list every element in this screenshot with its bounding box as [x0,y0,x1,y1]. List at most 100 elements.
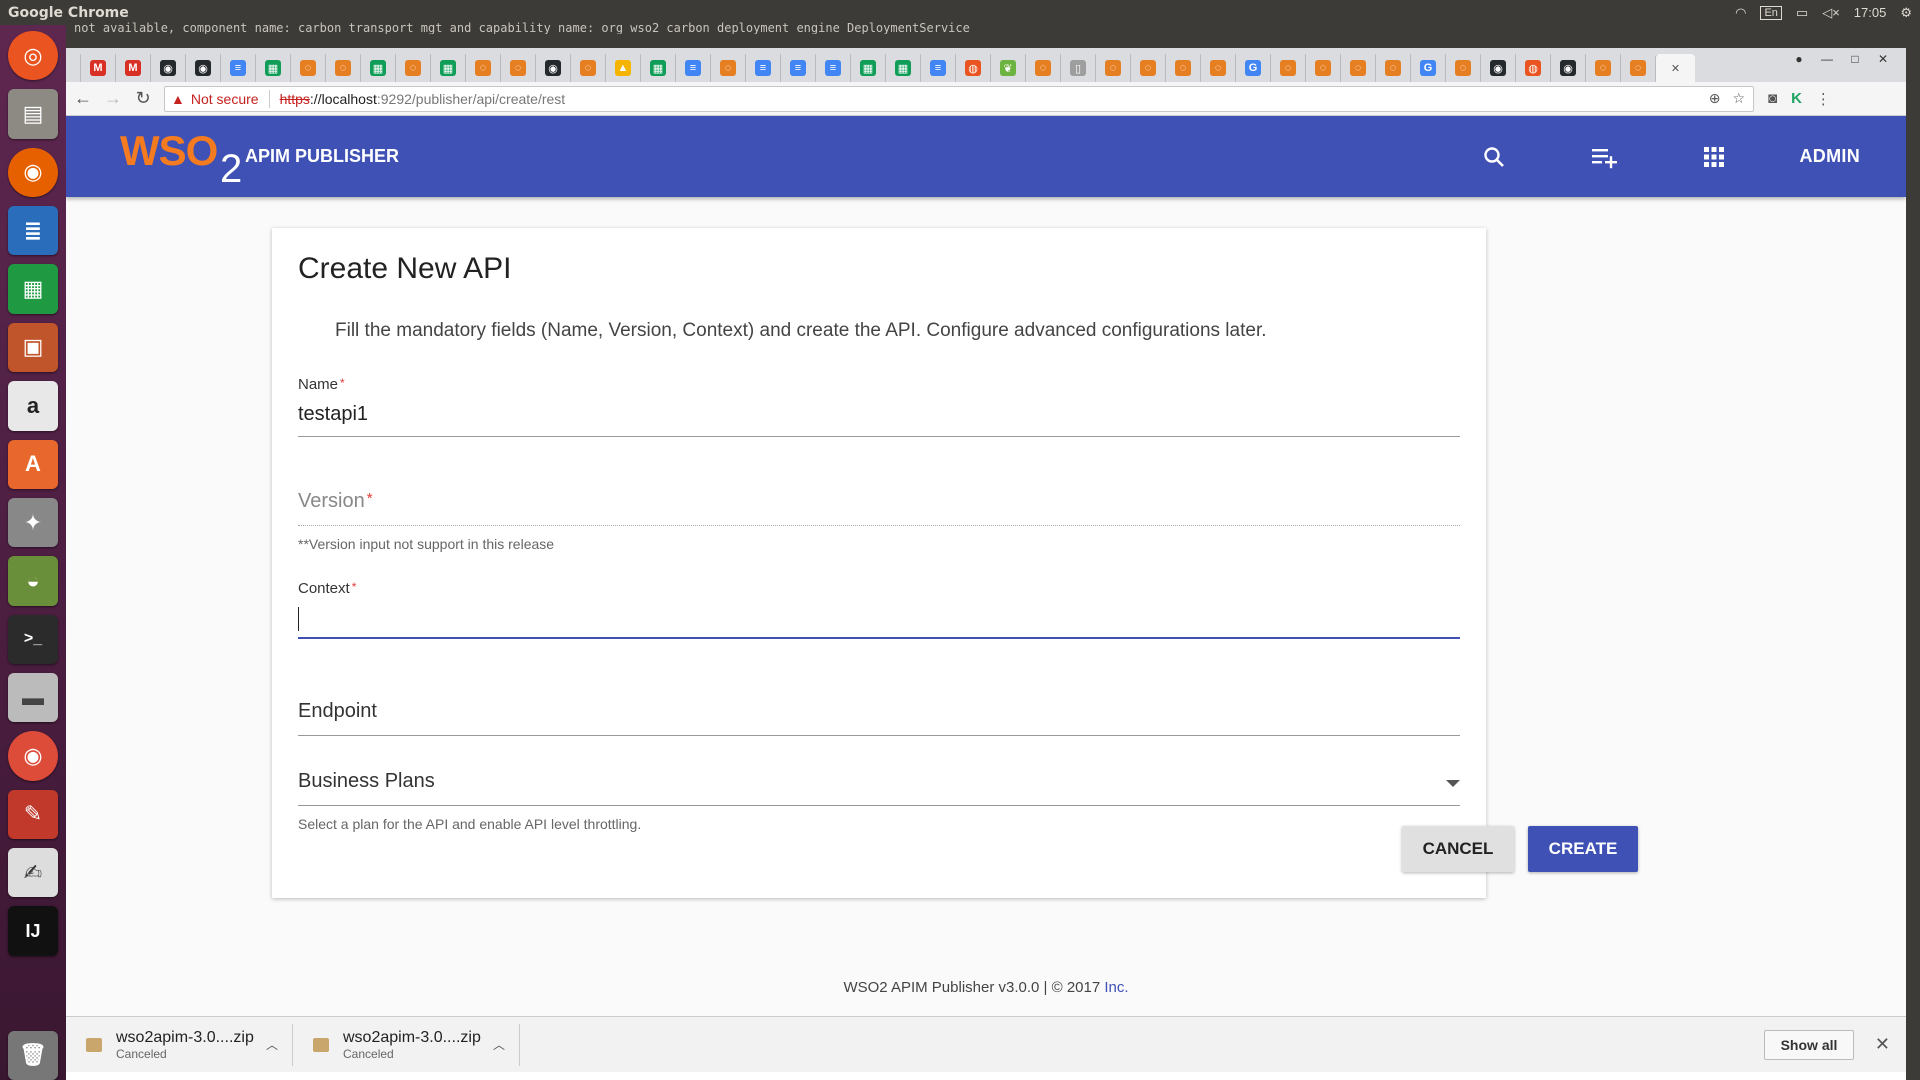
browser-tab[interactable]: ◌ [1165,54,1200,82]
browser-tab[interactable]: ❦ [990,54,1025,82]
text-editor-icon[interactable]: ✍ [8,848,58,898]
maximize-icon[interactable]: □ [1844,50,1866,68]
logo[interactable]: WSO 2 APIM PUBLISHER [120,127,399,191]
files-icon[interactable]: ▤ [8,89,58,139]
browser-tab[interactable]: ▦ [255,54,290,82]
impress-icon[interactable]: ▣ [8,322,58,373]
browser-tab[interactable]: ◌ [1270,54,1305,82]
settings-icon[interactable]: ✦ [8,497,58,548]
browser-tab[interactable]: ▦ [360,54,395,82]
browser-tab[interactable]: ≡ [780,54,815,82]
version-field[interactable]: Version * **Version input not support in … [298,490,1460,552]
browser-tab[interactable]: ◉ [535,54,570,82]
amazon-icon[interactable]: a [8,381,58,431]
browser-tab[interactable]: ◌ [1375,54,1410,82]
apps-grid-icon[interactable] [1690,133,1738,181]
show-all-button[interactable]: Show all [1764,1029,1854,1060]
forward-button[interactable]: → [100,86,126,112]
browser-tab[interactable]: ◌ [1130,54,1165,82]
endpoint-input[interactable] [298,735,1460,736]
menu-icon[interactable]: ⋮ [1816,90,1831,108]
browser-tab[interactable]: ◉ [1480,54,1515,82]
keyboard-indicator[interactable]: En [1760,5,1782,20]
firefox-icon[interactable]: ◉ [8,147,58,198]
browser-tab[interactable]: ▦ [640,54,675,82]
active-tab[interactable]: ✕ [1655,54,1695,82]
browser-tab[interactable]: ▦ [885,54,920,82]
chrome-icon[interactable]: ◉ [8,731,58,781]
ubuntu-dash-icon[interactable]: ◎ [8,31,58,81]
browser-tab[interactable]: ▯ [1060,54,1095,82]
zoom-icon[interactable]: ⊕ [1709,90,1721,107]
endpoint-field[interactable]: Endpoint [298,700,1460,736]
browser-tab[interactable]: ◌ [395,54,430,82]
browser-tab[interactable]: M [80,54,115,82]
browser-tab[interactable]: ◉ [1550,54,1585,82]
browser-tab[interactable]: ◌ [1095,54,1130,82]
search-icon[interactable] [1470,133,1518,181]
browser-tab[interactable]: ◍ [955,54,990,82]
close-icon[interactable]: ✕ [1875,1034,1890,1055]
close-tab-icon[interactable]: ✕ [1671,62,1680,75]
browser-tab[interactable]: ◌ [570,54,605,82]
back-button[interactable]: ← [70,86,96,112]
terminal-icon[interactable]: >_ [8,614,58,664]
create-button[interactable]: CREATE [1528,826,1638,872]
cancel-button[interactable]: CANCEL [1402,826,1514,872]
camera-icon[interactable]: ◙ [1768,90,1777,107]
security-label[interactable]: Not secure [191,91,259,107]
clock[interactable]: 17:05 [1854,5,1887,20]
context-input[interactable] [298,607,299,631]
context-field[interactable]: Context * [298,580,1460,639]
drive-icon[interactable]: ▬ [8,672,58,723]
browser-tab[interactable]: ◌ [710,54,745,82]
browser-tab[interactable]: ◌ [1620,54,1655,82]
browser-tab[interactable]: ◌ [465,54,500,82]
browser-tab[interactable]: ≡ [920,54,955,82]
browser-tab[interactable]: ◌ [325,54,360,82]
business-plans-select[interactable]: Business Plans Select a plan for the API… [298,770,1460,832]
browser-tab[interactable]: ◌ [1445,54,1480,82]
intellij-icon[interactable]: IJ [8,906,58,956]
dropdown-arrow-icon[interactable] [1446,780,1460,787]
browser-tab[interactable]: ▲ [605,54,640,82]
browser-tab[interactable]: ≡ [675,54,710,82]
name-input[interactable]: testapi1 [298,403,1460,426]
download-item[interactable]: wso2apim-3.0....zip Canceled ︿ [293,1023,520,1066]
calc-icon[interactable]: ▦ [8,264,58,314]
gear-icon[interactable]: ⚙ [1900,5,1912,21]
version-input[interactable] [298,525,1460,526]
browser-tab[interactable]: ◍ [1515,54,1550,82]
browser-tab[interactable]: G [1235,54,1270,82]
playlist-add-icon[interactable] [1580,133,1628,181]
browser-tab[interactable]: ◉ [150,54,185,82]
browser-tab[interactable]: G [1410,54,1445,82]
disk-icon[interactable]: ◒ [8,556,58,606]
profile-icon[interactable]: ● [1788,50,1810,68]
browser-tab[interactable]: ≡ [745,54,780,82]
download-item[interactable]: wso2apim-3.0....zip Canceled ︿ [66,1023,293,1066]
browser-tab[interactable]: ▦ [850,54,885,82]
browser-tab[interactable]: ◌ [1305,54,1340,82]
browser-tab[interactable]: ▦ [430,54,465,82]
browser-tab[interactable]: M [115,54,150,82]
battery-icon[interactable]: ▭ [1796,5,1808,21]
footer-link[interactable]: Inc. [1104,979,1128,996]
browser-tab[interactable]: ◌ [1200,54,1235,82]
browser-tab[interactable]: ≡ [220,54,255,82]
minimize-icon[interactable]: — [1816,50,1838,68]
browser-tab[interactable]: ◌ [1585,54,1620,82]
trash-icon[interactable]: 🗑 [8,1030,58,1080]
browser-tab[interactable]: ◌ [500,54,535,82]
browser-tab[interactable]: ◌ [1025,54,1060,82]
browser-tab[interactable]: ◌ [1340,54,1375,82]
browser-tab[interactable]: ◌ [290,54,325,82]
close-icon[interactable]: ✕ [1872,50,1894,68]
wifi-icon[interactable]: ◠ [1735,5,1746,21]
name-field[interactable]: Name * testapi1 [298,376,1460,437]
chevron-up-icon[interactable]: ︿ [266,1036,278,1053]
extension-icon[interactable]: K [1791,90,1802,107]
chevron-up-icon[interactable]: ︿ [493,1036,505,1053]
pen-icon[interactable]: ✎ [8,789,58,840]
browser-tab[interactable]: ≡ [815,54,850,82]
